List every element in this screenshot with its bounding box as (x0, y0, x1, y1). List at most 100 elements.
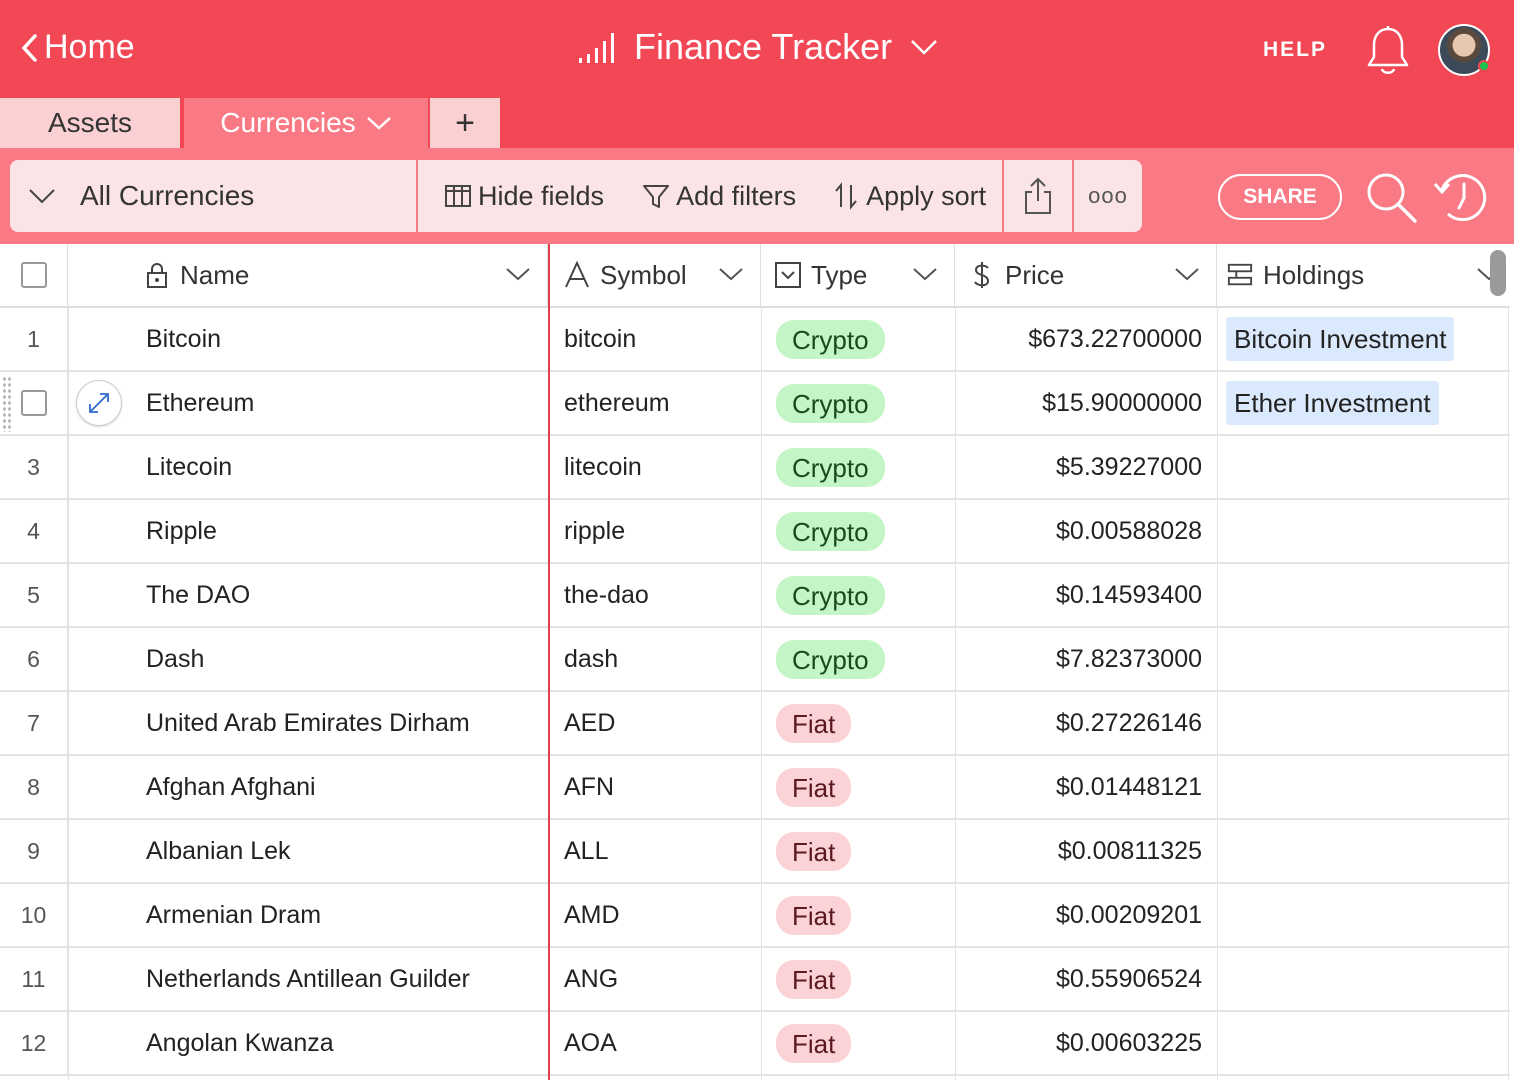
price-cell[interactable]: $0.00811325 (956, 820, 1202, 882)
symbol-cell[interactable]: ethereum (564, 372, 670, 434)
price-cell[interactable]: $0.00603225 (956, 1012, 1202, 1074)
add-table-button[interactable]: + (430, 98, 500, 148)
chevron-down-icon[interactable] (1174, 266, 1200, 282)
hide-fields-button[interactable]: Hide fields (444, 181, 604, 212)
table-row[interactable]: 8 Afghan Afghani AFN Fiat $0.01448121 (0, 756, 1510, 820)
row-number: 11 (0, 948, 68, 1010)
table-row[interactable]: 4 Ripple ripple Crypto $0.00588028 (0, 500, 1510, 564)
symbol-cell[interactable]: litecoin (564, 436, 642, 498)
table-row[interactable]: 7 United Arab Emirates Dirham AED Fiat $… (0, 692, 1510, 756)
price-cell[interactable]: $0.14593400 (956, 564, 1202, 626)
name-cell[interactable]: Dash (146, 628, 204, 690)
holdings-cell[interactable]: Ether Investment (1226, 372, 1439, 434)
type-cell[interactable]: Crypto (776, 564, 885, 626)
apply-sort-button[interactable]: Apply sort (832, 181, 986, 212)
table-row[interactable]: 11 Netherlands Antillean Guilder ANG Fia… (0, 948, 1510, 1012)
name-cell[interactable]: Afghan Afghani (146, 756, 316, 818)
table-row[interactable]: 5 The DAO the-dao Crypto $0.14593400 (0, 564, 1510, 628)
help-link[interactable]: HELP (1263, 38, 1327, 62)
name-cell[interactable]: Litecoin (146, 436, 232, 498)
column-header-price[interactable]: Price (955, 244, 1217, 306)
price-cell[interactable]: $0.27226146 (956, 692, 1202, 754)
name-cell[interactable]: Ethereum (146, 372, 254, 434)
linked-record-icon (1227, 263, 1253, 286)
share-button[interactable]: SHARE (1218, 174, 1342, 220)
table-row[interactable]: 10 Armenian Dram AMD Fiat $0.00209201 (0, 884, 1510, 948)
symbol-cell[interactable]: bitcoin (564, 308, 636, 370)
table-row[interactable]: 12 Angolan Kwanza AOA Fiat $0.00603225 (0, 1012, 1510, 1076)
symbol-cell[interactable]: ANG (564, 948, 618, 1010)
price-cell[interactable]: $5.39227000 (956, 436, 1202, 498)
price-cell[interactable]: $0.55906524 (956, 948, 1202, 1010)
symbol-cell[interactable]: AFN (564, 756, 614, 818)
name-cell[interactable]: Bitcoin (146, 308, 221, 370)
symbol-cell[interactable]: AOA (564, 1012, 617, 1074)
column-header-name[interactable]: Name (68, 244, 548, 306)
price-cell[interactable]: $0.00588028 (956, 500, 1202, 562)
symbol-cell[interactable]: dash (564, 628, 618, 690)
price-cell[interactable]: $7.82373000 (956, 628, 1202, 690)
filter-icon (643, 185, 670, 208)
type-cell[interactable]: Fiat (776, 756, 852, 818)
chevron-down-icon[interactable] (505, 266, 531, 282)
app-title-menu[interactable]: Finance Tracker (578, 26, 938, 68)
symbol-cell[interactable]: ALL (564, 820, 608, 882)
name-cell[interactable]: Armenian Dram (146, 884, 321, 946)
more-options-button[interactable]: ooo (1074, 160, 1142, 232)
expand-record-button[interactable] (76, 380, 122, 426)
type-cell[interactable]: Fiat (776, 820, 852, 882)
tab-currencies[interactable]: Currencies (184, 98, 428, 148)
table-row[interactable]: 9 Albanian Lek ALL Fiat $0.00811325 (0, 820, 1510, 884)
history-icon[interactable] (1432, 170, 1490, 224)
symbol-cell[interactable]: ripple (564, 500, 625, 562)
linked-record-chip[interactable]: Ether Investment (1226, 381, 1439, 425)
user-avatar[interactable] (1438, 24, 1490, 76)
type-cell[interactable]: Fiat (776, 948, 852, 1010)
name-cell[interactable]: Angolan Kwanza (146, 1012, 334, 1074)
table-row[interactable]: Ethereum ethereum Crypto $15.90000000 Et… (0, 372, 1510, 436)
table-row[interactable]: 3 Litecoin litecoin Crypto $5.39227000 (0, 436, 1510, 500)
vertical-scrollbar[interactable] (1490, 250, 1506, 296)
column-header-symbol[interactable]: Symbol (550, 244, 761, 306)
type-cell[interactable]: Fiat (776, 692, 852, 754)
select-all-checkbox[interactable] (20, 262, 47, 288)
symbol-cell[interactable]: AMD (564, 884, 620, 946)
name-cell[interactable]: United Arab Emirates Dirham (146, 692, 470, 754)
table-row[interactable]: 6 Dash dash Crypto $7.82373000 (0, 628, 1510, 692)
type-cell[interactable]: Crypto (776, 500, 885, 562)
type-cell[interactable]: Fiat (776, 1012, 852, 1074)
bell-icon[interactable] (1364, 25, 1412, 77)
chevron-down-icon[interactable] (718, 266, 744, 282)
price-cell[interactable]: $0.01448121 (956, 756, 1202, 818)
add-filters-button[interactable]: Add filters (642, 181, 796, 212)
symbol-cell[interactable]: the-dao (564, 564, 649, 626)
name-cell[interactable]: Netherlands Antillean Guilder (146, 948, 470, 1010)
type-cell[interactable]: Crypto (776, 308, 885, 370)
name-cell[interactable]: The DAO (146, 564, 250, 626)
tab-assets[interactable]: Assets (0, 98, 182, 148)
chevron-down-icon[interactable] (912, 266, 938, 282)
text-field-icon (565, 261, 589, 288)
type-cell[interactable]: Crypto (776, 372, 885, 434)
column-header-holdings[interactable]: Holdings (1217, 244, 1510, 306)
linked-record-chip[interactable]: Bitcoin Investment (1226, 317, 1455, 361)
name-cell[interactable]: Ripple (146, 500, 217, 562)
holdings-cell[interactable]: Bitcoin Investment (1226, 308, 1455, 370)
type-cell[interactable]: Crypto (776, 436, 885, 498)
name-cell[interactable]: Albanian Lek (146, 820, 291, 882)
price-cell[interactable]: $0.00209201 (956, 884, 1202, 946)
search-icon[interactable] (1364, 170, 1418, 224)
table-row[interactable]: 1 Bitcoin bitcoin Crypto $673.22700000 B… (0, 308, 1510, 372)
column-header-type[interactable]: Type (761, 244, 955, 306)
home-back-button[interactable]: Home (20, 28, 135, 67)
type-cell[interactable]: Fiat (776, 884, 852, 946)
chevron-left-icon (21, 33, 37, 62)
symbol-cell[interactable]: AED (564, 692, 615, 754)
price-cell[interactable]: $673.22700000 (956, 308, 1202, 370)
view-selector[interactable]: All Currencies (10, 160, 416, 232)
drag-handle[interactable] (2, 376, 12, 432)
price-cell[interactable]: $15.90000000 (956, 372, 1202, 434)
export-button[interactable] (1004, 160, 1072, 232)
row-checkbox[interactable] (20, 390, 47, 416)
type-cell[interactable]: Crypto (776, 628, 885, 690)
